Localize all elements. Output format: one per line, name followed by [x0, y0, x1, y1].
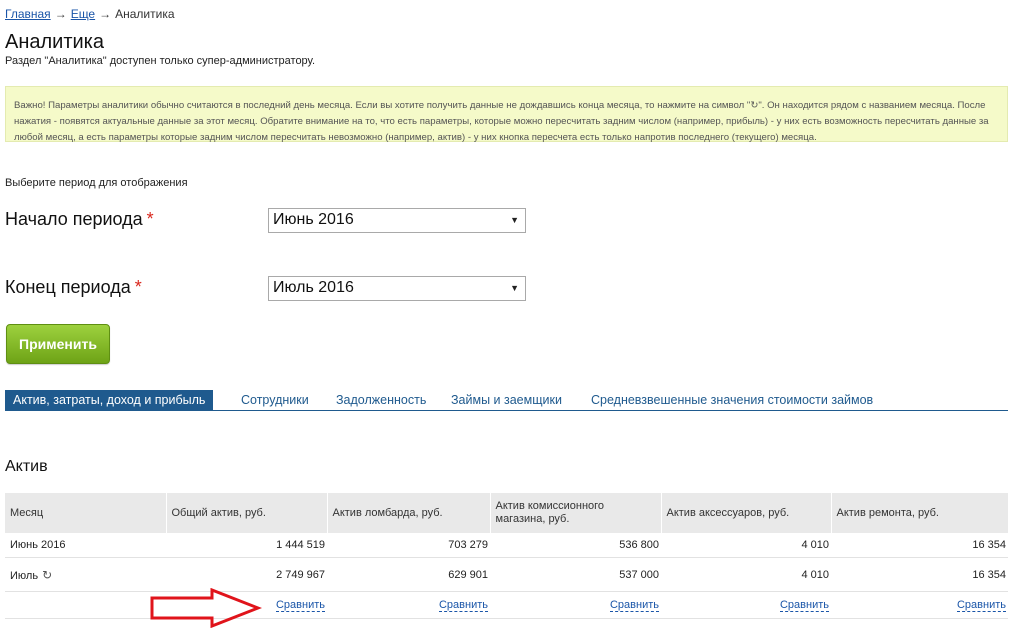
dropdown-arrow-icon: ▼ [510, 283, 519, 293]
end-period-value: Июль 2016 [273, 279, 354, 296]
tab-loans-borrowers[interactable]: Займы и заемщики [451, 390, 562, 410]
start-period-value: Июнь 2016 [273, 211, 354, 228]
tab-debt[interactable]: Задолженность [336, 390, 426, 410]
accessories-assets-cell: 4 010 [661, 533, 831, 558]
start-period-label-text: Начало периода [5, 209, 143, 229]
compare-empty-cell [5, 591, 166, 619]
total-assets-cell: 2 749 967 [166, 557, 327, 592]
tab-weighted-loan-cost[interactable]: Средневзвешенные значения стоимости займ… [591, 390, 873, 410]
repair-assets-cell: 16 354 [831, 533, 1008, 558]
tab-employees[interactable]: Сотрудники [241, 390, 309, 410]
compare-cell: Сравнить [831, 591, 1008, 619]
table-row: Июнь 2016 1 444 519 703 279 536 800 4 01… [5, 533, 1008, 558]
notice-text: Важно! Параметры аналитики обычно считаю… [14, 100, 989, 143]
end-period-select[interactable]: Июль 2016 ▼ [268, 276, 526, 301]
page-subtitle: Раздел "Аналитика" доступен только супер… [5, 55, 316, 67]
breadcrumb-current: Аналитика [115, 7, 175, 21]
breadcrumb-more-link[interactable]: Еще [71, 7, 95, 21]
compare-cell: Сравнить [490, 591, 661, 619]
commission-shop-assets-cell: 537 000 [490, 557, 661, 592]
start-period-label: Начало периода * [5, 209, 154, 230]
breadcrumb-home-link[interactable]: Главная [5, 7, 51, 21]
compare-link-total[interactable]: Сравнить [275, 599, 325, 612]
compare-cell: Сравнить [327, 591, 490, 619]
table-header-row: Месяц Общий актив, руб. Актив ломбарда, … [5, 493, 1009, 533]
dropdown-arrow-icon: ▼ [510, 215, 519, 225]
apply-button[interactable]: Применить [6, 324, 110, 364]
compare-cell: Сравнить [661, 591, 831, 619]
notice-box: Важно! Параметры аналитики обычно считаю… [5, 86, 1008, 143]
start-period-select[interactable]: Июнь 2016 ▼ [268, 208, 526, 233]
table-header: Актив комиссионного магазина, руб. [490, 493, 662, 533]
section-title: Актив [5, 458, 48, 475]
breadcrumb: Главная → Еще → Аналитика [5, 7, 175, 21]
breadcrumb-separator: → [99, 7, 112, 21]
annotation-arrow-icon [150, 588, 262, 628]
period-prompt: Выберите период для отображения [5, 177, 188, 189]
table-header: Актив аксессуаров, руб. [661, 493, 832, 533]
pawnshop-assets-cell: 629 901 [327, 557, 490, 592]
pawnshop-assets-cell: 703 279 [327, 533, 490, 558]
table-header: Актив ломбарда, руб. [327, 493, 491, 533]
breadcrumb-separator: → [54, 7, 67, 21]
compare-link-accessories[interactable]: Сравнить [779, 599, 829, 612]
month-cell: Июнь 2016 [5, 533, 166, 558]
table-header: Общий актив, руб. [166, 493, 328, 533]
compare-link-commission[interactable]: Сравнить [609, 599, 659, 612]
table-header: Месяц [5, 493, 167, 533]
accessories-assets-cell: 4 010 [661, 557, 831, 592]
compare-link-pawnshop[interactable]: Сравнить [438, 599, 488, 612]
table-header: Актив ремонта, руб. [831, 493, 1009, 533]
commission-shop-assets-cell: 536 800 [490, 533, 661, 558]
total-assets-cell: 1 444 519 [166, 533, 327, 558]
tab-assets-costs-income[interactable]: Актив, затраты, доход и прибыль [5, 390, 214, 410]
tab-bar: Актив, затраты, доход и прибыль Сотрудни… [5, 390, 1008, 411]
required-mark: * [134, 277, 142, 297]
page-title: Аналитика [5, 31, 104, 53]
repair-assets-cell: 16 354 [831, 557, 1008, 592]
recalculate-icon[interactable]: ↻ [42, 568, 52, 582]
table-row: Июль ↻ 2 749 967 629 901 537 000 4 010 16… [5, 557, 1008, 592]
compare-link-repair[interactable]: Сравнить [956, 599, 1006, 612]
end-period-label-text: Конец периода [5, 277, 131, 297]
month-cell: Июль ↻ [5, 557, 166, 592]
month-label: Июль [10, 569, 39, 582]
end-period-label: Конец периода * [5, 277, 142, 298]
required-mark: * [146, 209, 154, 229]
